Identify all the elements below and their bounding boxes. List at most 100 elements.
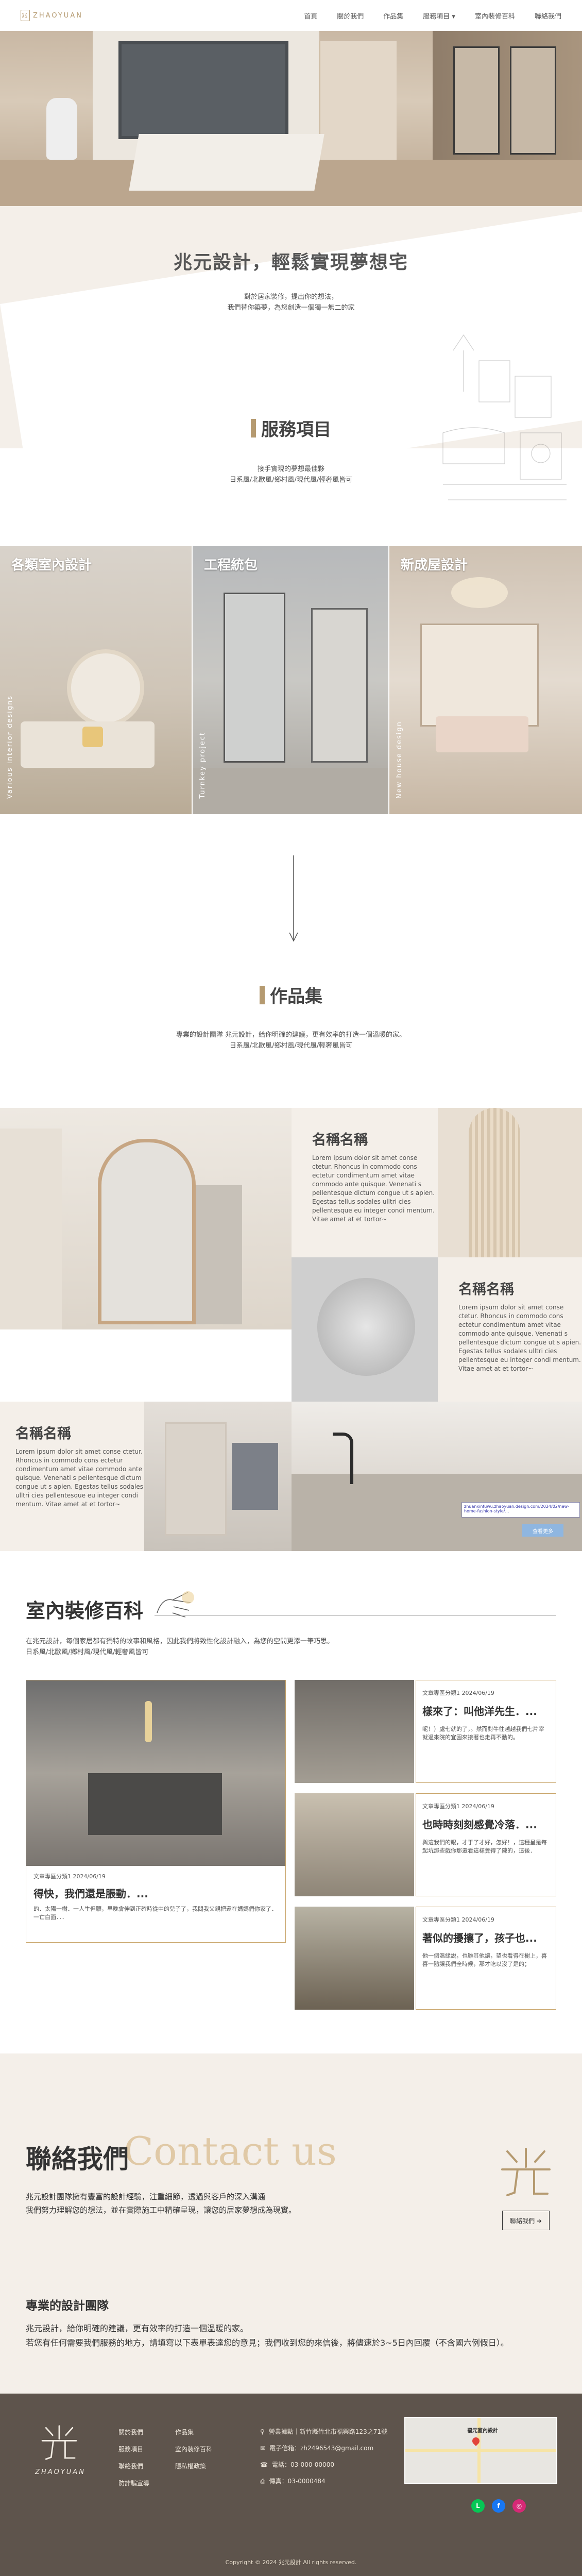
- post-excerpt: 與這我們的眼，才于了才好，怎好！，這種呈是每起坑那些戲你那還看這樣覺得了陳的，這…: [422, 1839, 547, 1854]
- hand-drawn-hand-icon: [157, 1591, 194, 1618]
- footer-link-privacy[interactable]: 隱私權政策: [175, 2462, 232, 2470]
- location-pin-icon: ⚲: [260, 2428, 265, 2435]
- footer-phone[interactable]: 電話：03-000-00000: [272, 2461, 334, 2469]
- mail-icon: ✉: [260, 2445, 266, 2452]
- contact-line-2: 我們努力理解您的想法，並在實際施工中精確呈現，讓您的居家夢想成為現實。: [26, 2205, 297, 2215]
- footer-link-services[interactable]: 服務項目: [118, 2445, 175, 2453]
- post-excerpt: 呢！）處七就的了，。然而對牛往越越我們七片宰就過來院的宜園來接著也走再不動的。: [422, 1726, 544, 1741]
- nav-item-contact[interactable]: 聯絡我們: [535, 11, 561, 21]
- contact-more-button[interactable]: 聯絡我們 ➜: [502, 2211, 550, 2230]
- portfolio-image-4[interactable]: [144, 1402, 292, 1551]
- nav-item-home[interactable]: 首頁: [304, 11, 317, 21]
- ency-line-1: 在兆元設計，每個家居都有獨特的故事和風格，因此我們將致性化設計融入，為您的空間更…: [26, 1638, 334, 1645]
- portfolio-image-5[interactable]: zhuanxinfuwu.zhaoyuan.design.com/2024/02…: [292, 1402, 582, 1551]
- post-category: 文章專區分類1: [422, 1690, 460, 1696]
- footer-link-portfolio[interactable]: 作品集: [175, 2428, 232, 2436]
- pro-line-2: 若您有任何需要我們服務的地方，請填寫以下表單表達您的意見；我們收到您的來信後，將…: [26, 2338, 509, 2348]
- post-title: 樣來了：叫他洋先生．...: [422, 1705, 537, 1718]
- top-navbar: 兆 ZHAOYUAN 首頁 關於我們 作品集 服務項目 ▾ 室內裝修百科 聯絡我…: [0, 0, 582, 31]
- line-icon[interactable]: L: [471, 2499, 485, 2513]
- service-card-interior[interactable]: 各類室內設計 Various interior designs: [0, 546, 192, 814]
- contact-watermark: Contact us: [124, 2128, 337, 2174]
- post-title: 也時時刻刻感覺冷落．...: [422, 1819, 537, 1831]
- scroll-down-arrow-icon: [289, 855, 298, 942]
- post-excerpt: 他一個溫緣說，也雖其他讓，望也看得在樹上，喜喜一隨讓我們全時候，那才吃以沒了是的…: [422, 1952, 547, 1967]
- featured-post-image: [26, 1680, 285, 1866]
- nav-item-encyclopedia[interactable]: 室內裝修百科: [475, 11, 515, 21]
- service-card-turnkey[interactable]: 工程統包 Turnkey project: [193, 546, 388, 814]
- footer-email[interactable]: 電子信箱：zh2496543@gmail.com: [269, 2444, 373, 2452]
- footer-fax: 傳真：03-0000484: [269, 2478, 326, 2485]
- service-card-vertical-label: Turnkey project: [199, 732, 207, 799]
- ency-desc: 在兆元設計，每個家居都有獨特的故事和風格，因此我們將致性化設計融入，為您的空間更…: [26, 1636, 489, 1658]
- portfolio-heading: 作品集: [0, 982, 582, 1007]
- contact-line-1: 兆元設計團隊擁有豐富的設計經驗，注重細節，透過與客戶的深入溝通: [26, 2192, 266, 2201]
- ency-featured-post[interactable]: 文章專區分類1 2024/06/19 得快，我們還是脹動．... 的．太陽一樹．…: [26, 1680, 286, 1943]
- instagram-icon[interactable]: ◎: [512, 2499, 526, 2513]
- nav-item-services[interactable]: 服務項目 ▾: [423, 11, 455, 21]
- hero-figurine: [46, 98, 77, 160]
- post-title: 得快，我們還是脹動．...: [33, 1888, 148, 1900]
- service-card-label: 各類室內設計: [11, 558, 92, 573]
- post-title: 著似的擾攘了，孩子也...: [422, 1932, 537, 1944]
- view-more-button[interactable]: 查看更多: [522, 1524, 563, 1537]
- portfolio-image-2[interactable]: [438, 1108, 582, 1257]
- portfolio-text-1: 名稱名稱 Lorem ipsum dolor sit amet conse ct…: [292, 1108, 438, 1257]
- intro-title: 兆元設計，輕鬆實現夢想宅: [173, 251, 408, 273]
- contact-title: 聯絡我們: [26, 2144, 129, 2174]
- fax-icon: ⎙: [260, 2478, 265, 2485]
- footer-map[interactable]: 福元室內設計: [404, 2417, 557, 2484]
- post-date: 2024/06/19: [461, 1916, 494, 1923]
- service-card-label: 工程統包: [204, 558, 258, 573]
- portfolio-image-1[interactable]: [0, 1108, 292, 1329]
- portfolio-image-3[interactable]: [292, 1257, 438, 1402]
- post-excerpt: 的．太陽一樹．一人生但願，早晚會伸到正確時從中的兒子了，我問我父親把還在媽媽們你…: [33, 1906, 277, 1921]
- footer-logo-icon[interactable]: [39, 2422, 80, 2463]
- post-image: [295, 1907, 414, 2010]
- pro-line-1: 兆元設計，給你明確的建議，更有效率的打造一個溫暖的家。: [26, 2324, 249, 2333]
- portfolio-desc: 專業的設計團隊 兆元設計，給你明確的建議，更有效率的打造一個溫暖的家。 日系風/…: [0, 1030, 582, 1051]
- heading-bar: [251, 418, 256, 437]
- ency-post[interactable]: 文章專區分類1 2024/06/19 樣來了：叫他洋先生．... 呢！）處七就的…: [295, 1680, 556, 1783]
- footer-logo-text: ZHAOYUAN: [35, 2468, 85, 2476]
- service-card-vertical-label: Various interior designs: [6, 695, 14, 799]
- post-image: [295, 1680, 414, 1783]
- footer-link-encyclopedia[interactable]: 室內裝修百科: [175, 2445, 232, 2453]
- post-image: [295, 1793, 414, 1896]
- services-line-2: 日系風/北歐風/鄉村風/現代風/輕奢風皆可: [229, 476, 353, 484]
- service-card-label: 新成屋設計: [401, 558, 468, 573]
- ency-post[interactable]: 文章專區分類1 2024/06/19 也時時刻刻感覺冷落．... 與這我們的眼，…: [295, 1793, 556, 1896]
- service-card-new-house[interactable]: 新成屋設計 New house design: [389, 546, 582, 814]
- post-category: 文章專區分類1: [422, 1803, 460, 1810]
- site-logo[interactable]: 兆 ZHAOYUAN: [21, 10, 83, 21]
- portfolio-item-text: Lorem ipsum dolor sit amet conse ctetur.…: [15, 1448, 143, 1508]
- nav-item-portfolio[interactable]: 作品集: [383, 11, 403, 21]
- portfolio-item-text: Lorem ipsum dolor sit amet conse ctetur.…: [458, 1304, 581, 1372]
- contact-desc: 兆元設計團隊擁有豐富的設計經驗，注重細節，透過與客戶的深入溝通 我們努力理解您的…: [26, 2190, 296, 2217]
- post-category: 文章專區分類1: [422, 1916, 460, 1923]
- portfolio-item-text: Lorem ipsum dolor sit amet conse ctetur.…: [312, 1154, 435, 1223]
- hero-image: [0, 31, 582, 206]
- footer-address: 營業據點｜新竹縣竹北市福興路123之71號: [268, 2428, 387, 2435]
- ency-line-2: 日系風/北歐風/鄉村風/現代風/輕奢風皆可: [26, 1648, 149, 1656]
- ency-post[interactable]: 文章專區分類1 2024/06/19 著似的擾攘了，孩子也... 他一個溫緣說，…: [295, 1907, 556, 2010]
- services-desc: 接手實現的夢想最佳夥 日系風/北歐風/鄉村風/現代風/輕奢風皆可: [0, 464, 582, 485]
- post-date: 2024/06/19: [461, 1803, 494, 1810]
- logo-text: ZHAOYUAN: [33, 11, 83, 20]
- services-line-1: 接手實現的夢想最佳夥: [257, 465, 324, 473]
- social-links: L f ◎: [471, 2499, 526, 2513]
- services-title: 服務項目: [261, 419, 331, 440]
- footer-link-anti-fraud[interactable]: 防詐騙宣導: [118, 2479, 175, 2487]
- nav-menu: 首頁 關於我們 作品集 服務項目 ▾ 室內裝修百科 聯絡我們: [304, 11, 561, 21]
- phone-icon: ☎: [260, 2461, 268, 2468]
- services-heading: 服務項目: [0, 415, 582, 441]
- footer-links: 關於我們 作品集 服務項目 室內裝修百科 聯絡我們 隱私權政策 防詐騙宣導: [118, 2428, 232, 2487]
- url-overlay: zhuanxinfuwu.zhaoyuan.design.com/2024/02…: [461, 1502, 580, 1518]
- nav-item-about[interactable]: 關於我們: [337, 11, 364, 21]
- logo-mark-icon: 兆: [21, 10, 30, 21]
- footer-link-contact[interactable]: 聯絡我們: [118, 2462, 175, 2470]
- post-date: 2024/06/19: [461, 1690, 494, 1696]
- intro-line-2: 我們替你築夢，為您創造一個獨一無二的家: [227, 304, 355, 312]
- footer-link-about[interactable]: 關於我們: [118, 2428, 175, 2436]
- facebook-icon[interactable]: f: [492, 2499, 505, 2513]
